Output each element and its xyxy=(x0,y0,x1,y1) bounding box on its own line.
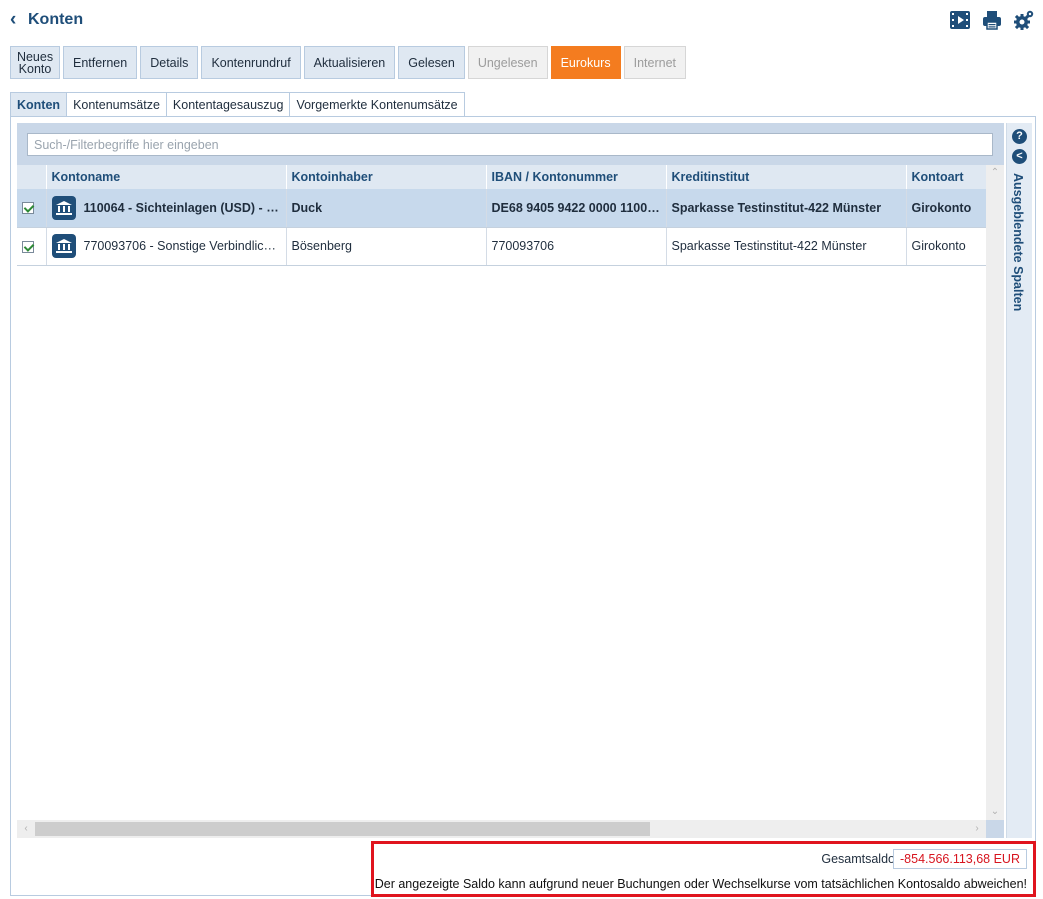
kontoname-cell: 110064 - Sichteinlagen (USD) - S... xyxy=(46,189,287,228)
hidden-columns-label[interactable]: Ausgeblendete Spalten xyxy=(1011,173,1025,311)
header-icons xyxy=(949,9,1035,31)
help-icon[interactable]: ? xyxy=(1012,129,1027,144)
new-account-button[interactable]: Neues Konto xyxy=(10,46,60,79)
euro-rate-button[interactable]: Eurokurs xyxy=(550,46,621,79)
scroll-up-icon[interactable]: ⌃ xyxy=(986,165,1004,181)
bank-icon xyxy=(51,195,76,220)
scroll-down-icon[interactable]: ⌄ xyxy=(986,804,1004,820)
column-header-kontoart[interactable]: Kontoart xyxy=(906,165,987,189)
header: ‹ Konten xyxy=(0,0,1043,40)
table-row[interactable]: 770093706 - Sonstige Verbindlichkei Böse… xyxy=(17,227,987,266)
row-checkbox[interactable] xyxy=(22,202,34,215)
accounts-panel: Kontoname Kontoinhaber IBAN / Kontonumme… xyxy=(10,116,1036,896)
total-balance-label: Gesamtsaldo xyxy=(821,852,895,866)
kontoname-cell: 770093706 - Sonstige Verbindlichkei xyxy=(46,227,287,266)
row-checkbox-cell xyxy=(17,227,47,266)
back-chevron-icon[interactable]: ‹ xyxy=(10,9,16,31)
row-checkbox-cell xyxy=(17,189,47,228)
column-header-checkbox xyxy=(17,165,47,189)
page-title: Konten xyxy=(28,11,84,28)
tab-konten[interactable]: Konten xyxy=(10,92,68,116)
grid-area: Kontoname Kontoinhaber IBAN / Kontonumme… xyxy=(17,123,1004,838)
kreditinstitut-cell: Sparkasse Testinstitut-422 Münster xyxy=(666,227,907,266)
toolbar: Neues Konto Entfernen Details Kontenrund… xyxy=(10,46,686,79)
kontoname-text: 110064 - Sichteinlagen (USD) - S... xyxy=(83,200,285,215)
details-button[interactable]: Details xyxy=(140,46,199,79)
accounts-table-container: Kontoname Kontoinhaber IBAN / Kontonumme… xyxy=(17,165,1004,820)
search-input[interactable] xyxy=(27,133,993,156)
tab-kontenumsaetze[interactable]: Kontenumsätze xyxy=(66,92,167,116)
kontoinhaber-cell: Duck xyxy=(286,189,487,228)
update-button[interactable]: Aktualisieren xyxy=(303,46,396,79)
mark-read-button[interactable]: Gelesen xyxy=(398,46,465,79)
tab-kontentagesauszug[interactable]: Kontentagesauszug xyxy=(165,92,291,116)
kreditinstitut-cell: Sparkasse Testinstitut-422 Münster xyxy=(666,189,907,228)
new-account-label-line1: Neues xyxy=(16,49,54,64)
app-root: ‹ Konten Neues Konto Entfernen Details K… xyxy=(0,0,1043,899)
kontoname-text: 770093706 - Sonstige Verbindlichkei xyxy=(83,239,286,253)
column-header-kontoinhaber[interactable]: Kontoinhaber xyxy=(286,165,487,189)
table-row[interactable]: 110064 - Sichteinlagen (USD) - S... Duck… xyxy=(17,189,987,228)
table-header-row: Kontoname Kontoinhaber IBAN / Kontonumme… xyxy=(17,165,987,189)
new-account-label-line2: Konto xyxy=(18,61,52,76)
vertical-scrollbar[interactable]: ⌃ ⌄ xyxy=(986,165,1004,820)
kontoart-cell: Girokonto xyxy=(906,227,987,266)
scroll-right-icon[interactable]: › xyxy=(968,821,986,837)
printer-icon[interactable] xyxy=(981,9,1003,31)
row-checkbox[interactable] xyxy=(22,240,34,253)
iban-cell: 770093706 xyxy=(486,227,667,266)
hidden-columns-sidebar: ? < Ausgeblendete Spalten xyxy=(1006,123,1032,838)
iban-cell: DE68 9405 9422 0000 1100 64 xyxy=(486,189,667,228)
column-header-kontoname[interactable]: Kontoname xyxy=(46,165,287,189)
kontoinhaber-cell: Bösenberg xyxy=(286,227,487,266)
mark-unread-button[interactable]: Ungelesen xyxy=(467,46,548,79)
internet-button[interactable]: Internet xyxy=(623,46,686,79)
collapse-chevron-icon[interactable]: < xyxy=(1012,149,1027,164)
total-balance-box: Gesamtsaldo -854.566.113,68 EUR Der ange… xyxy=(371,841,1036,897)
settings-icon[interactable] xyxy=(1013,9,1035,31)
bank-icon xyxy=(51,234,76,258)
scroll-left-icon[interactable]: ‹ xyxy=(17,821,35,837)
total-balance-value: -854.566.113,68 EUR xyxy=(893,849,1027,869)
remove-button[interactable]: Entfernen xyxy=(63,46,138,79)
tab-bar: Konten Kontenumsätze Kontentagesauszug V… xyxy=(10,92,465,116)
tab-vorgemerkte-kontenumsaetze[interactable]: Vorgemerkte Kontenumsätze xyxy=(289,92,465,116)
horizontal-scrollbar[interactable]: ‹ › xyxy=(17,820,986,838)
kontoart-cell: Girokonto xyxy=(906,189,987,228)
video-icon[interactable] xyxy=(949,9,971,31)
horizontal-scroll-thumb[interactable] xyxy=(35,822,650,836)
column-header-kreditinstitut[interactable]: Kreditinstitut xyxy=(666,165,907,189)
accounts-table: Kontoname Kontoinhaber IBAN / Kontonumme… xyxy=(17,165,987,266)
account-refresh-all-button[interactable]: Kontenrundruf xyxy=(201,46,301,79)
column-header-iban[interactable]: IBAN / Kontonummer xyxy=(486,165,667,189)
balance-warning-text: Der angezeigte Saldo kann aufgrund neuer… xyxy=(374,877,1027,891)
